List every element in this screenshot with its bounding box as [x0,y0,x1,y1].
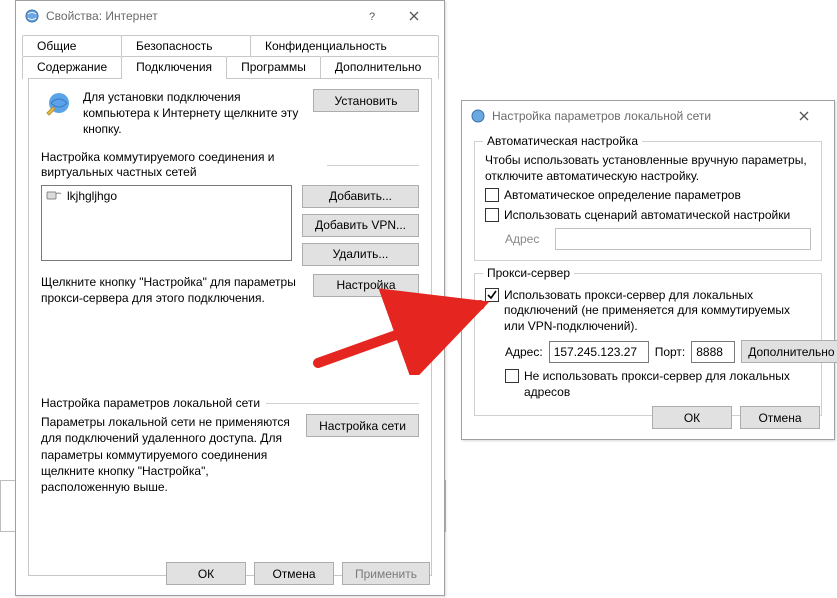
cancel-button[interactable]: Отмена [740,406,820,429]
autoconfig-group: Автоматическая настройка Чтобы использов… [474,141,822,261]
script-address-label: Адрес [505,232,549,246]
cancel-button[interactable]: Отмена [254,562,334,585]
connections-panel: Для установки подключения компьютера к И… [28,78,432,576]
proxy-advanced-button[interactable]: Дополнительно [741,340,837,363]
close-button[interactable] [782,104,826,128]
tab-content[interactable]: Содержание [22,56,122,79]
lan-settings-window: Настройка параметров локальной сети Авто… [461,100,835,440]
proxy-address-input[interactable] [549,341,649,363]
titlebar[interactable]: Настройка параметров локальной сети [462,101,834,131]
globe-wizard-icon [41,89,73,124]
tab-security[interactable]: Безопасность [121,35,251,56]
dialog-buttons: ОК Отмена [652,406,820,429]
add-vpn-button[interactable]: Добавить VPN... [302,214,419,237]
dialup-section-label: Настройка коммутируемого соединения и ви… [41,150,321,181]
tabstrip: Общие Безопасность Конфиденциальность Со… [16,31,444,577]
proxy-group: Прокси-сервер Использовать прокси-сервер… [474,273,822,416]
dialog-buttons: ОК Отмена Применить [166,562,430,585]
list-item[interactable]: lkjhgljhgo [44,188,289,205]
remove-button[interactable]: Удалить... [302,243,419,266]
tab-general[interactable]: Общие [22,35,122,56]
list-item-label: lkjhgljhgo [67,189,117,203]
use-proxy-checkbox[interactable] [485,288,499,302]
connection-icon [46,189,62,204]
lan-settings-button[interactable]: Настройка сети [306,414,419,437]
tab-connections[interactable]: Подключения [121,56,227,79]
proxy-port-label: Порт: [655,345,686,359]
proxy-address-label: Адрес: [505,345,543,359]
bypass-local-checkbox[interactable] [505,369,519,383]
use-script-checkbox[interactable] [485,208,499,222]
proxy-port-input[interactable] [691,341,735,363]
use-proxy-label: Использовать прокси-сервер для локальных… [504,288,811,335]
titlebar[interactable]: Свойства: Интернет ? [16,1,444,31]
setup-text: Для установки подключения компьютера к И… [83,89,303,138]
lan-section-label: Настройка параметров локальной сети [41,396,260,410]
conn-settings-button[interactable]: Настройка [313,274,419,297]
window-title: Свойства: Интернет [46,9,352,23]
tab-programs[interactable]: Программы [226,56,321,79]
proxy-legend: Прокси-сервер [483,266,574,280]
ok-button[interactable]: ОК [652,406,732,429]
lan-desc: Параметры локальной сети не применяются … [41,414,296,495]
settings-hint: Щелкните кнопку "Настройка" для параметр… [41,274,303,306]
autoconfig-legend: Автоматическая настройка [483,134,642,148]
autoconfig-desc: Чтобы использовать установленные вручную… [485,152,811,184]
close-button[interactable] [392,4,436,28]
internet-properties-window: Свойства: Интернет ? Общие Безопасность … [15,0,445,596]
add-button[interactable]: Добавить... [302,185,419,208]
script-address-input [555,228,811,250]
tab-advanced[interactable]: Дополнительно [320,56,439,79]
svg-text:?: ? [369,11,375,21]
internet-options-icon [470,108,486,124]
ok-button[interactable]: ОК [166,562,246,585]
tab-privacy[interactable]: Конфиденциальность [250,35,439,56]
setup-button[interactable]: Установить [313,89,419,112]
internet-options-icon [24,8,40,24]
autodetect-checkbox[interactable] [485,188,499,202]
window-title: Настройка параметров локальной сети [492,109,782,123]
use-script-label: Использовать сценарий автоматической нас… [504,208,790,224]
help-button[interactable]: ? [352,4,392,28]
bypass-local-label: Не использовать прокси-сервер для локаль… [524,369,811,400]
connections-listbox[interactable]: lkjhgljhgo [41,185,292,261]
apply-button[interactable]: Применить [342,562,430,585]
autodetect-label: Автоматическое определение параметров [504,188,741,204]
